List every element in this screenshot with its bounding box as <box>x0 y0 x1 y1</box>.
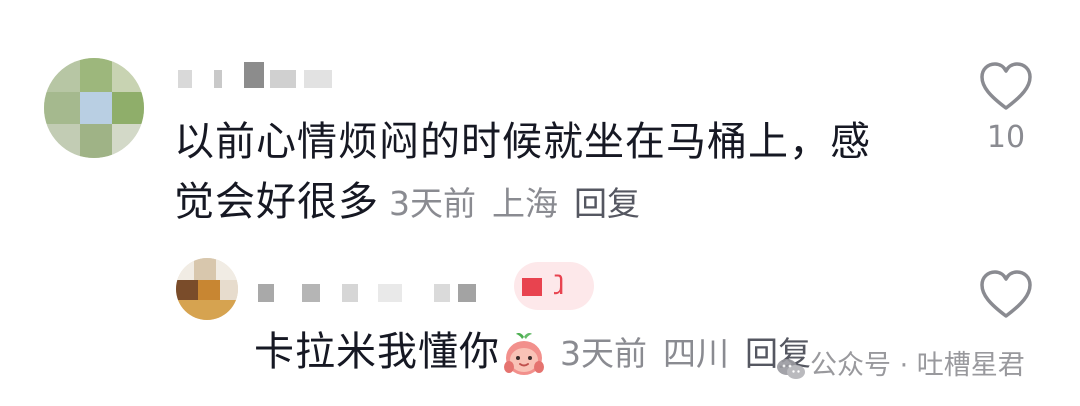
comment-avatar[interactable] <box>44 58 144 158</box>
author-badge-square <box>522 278 542 296</box>
peach-emoji-icon <box>502 331 546 377</box>
reply-like-button[interactable] <box>976 268 1036 324</box>
reply-time: 3天前 <box>560 334 647 373</box>
wechat-icon <box>776 355 806 379</box>
heart-outline-icon <box>980 270 1032 318</box>
reply-location: 四川 <box>663 334 729 373</box>
comment-like-button[interactable]: 10 <box>976 60 1036 155</box>
heart-outline-icon <box>980 62 1032 110</box>
comment-like-count: 10 <box>986 120 1026 155</box>
comment-username-blurred[interactable] <box>174 60 344 90</box>
comment-body: 以前心情烦闷的时候就坐在马桶上，感觉会好很多 3天前 上海 回复 <box>174 112 894 234</box>
comment-meta: 3天前 上海 回复 <box>389 184 640 223</box>
reply-text: 卡拉米我懂你 <box>254 329 500 375</box>
reply-avatar[interactable] <box>176 258 238 320</box>
comment-reply-button[interactable]: 回复 <box>574 184 640 223</box>
comment-time: 3天前 <box>389 184 476 223</box>
author-badge-label: ⱹ <box>554 271 565 301</box>
reply-meta: 3天前 四川 回复 <box>560 334 811 373</box>
comment-location: 上海 <box>492 184 558 223</box>
author-badge: ⱹ <box>514 262 594 310</box>
watermark-text: 公众号 · 吐槽星君 <box>810 350 1025 381</box>
watermark: 公众号 · 吐槽星君 <box>776 348 1025 384</box>
